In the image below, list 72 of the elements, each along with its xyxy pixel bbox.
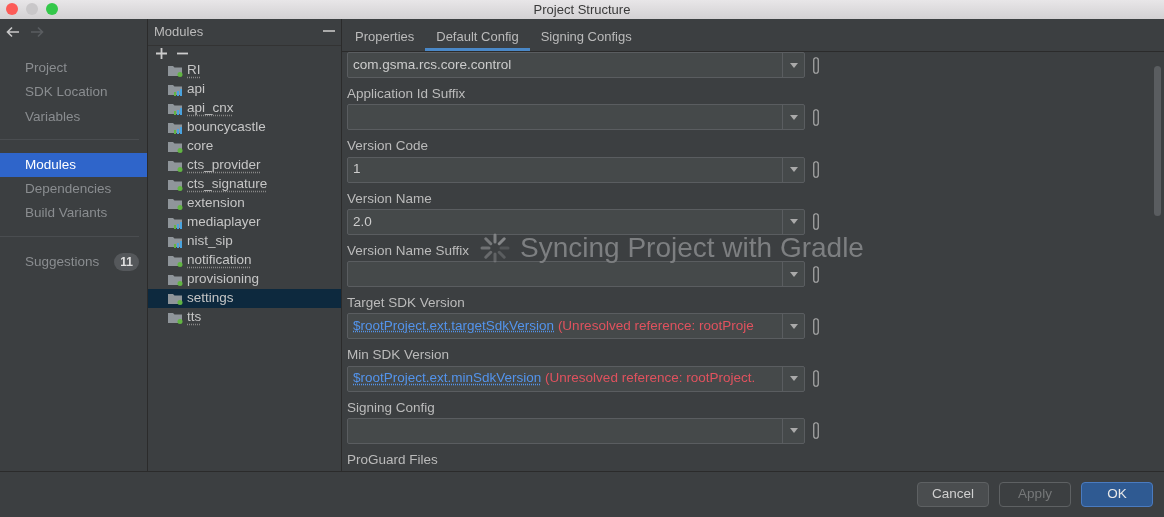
folder-chart-icon xyxy=(168,101,184,115)
module-item[interactable]: settings xyxy=(148,288,341,308)
sidebar-item-label[interactable]: Suggestions xyxy=(25,251,100,272)
dropdown-caret-icon[interactable] xyxy=(789,219,798,225)
module-item[interactable]: bouncycastle xyxy=(148,117,341,137)
field-label: Version Name Suffix xyxy=(347,241,470,260)
scrollbar-thumb[interactable] xyxy=(1154,66,1161,216)
count-badge: 11 xyxy=(114,252,139,271)
folder-chart-icon xyxy=(168,120,184,134)
dropdown-caret-icon[interactable] xyxy=(789,323,798,329)
add-icon[interactable] xyxy=(156,47,167,59)
tab[interactable]: Signing Configs xyxy=(529,19,643,51)
toggle-pill-icon[interactable] xyxy=(813,213,819,231)
folder-chart-icon xyxy=(168,234,184,248)
module-item[interactable]: cts_signature xyxy=(148,174,341,194)
sidebar-item[interactable]: Dependencies xyxy=(0,177,139,202)
module-item[interactable]: mediaplayer xyxy=(148,212,341,232)
combo-field[interactable] xyxy=(347,261,805,287)
back-arrow-icon[interactable] xyxy=(6,25,20,39)
sidebar-item[interactable]: Variables xyxy=(0,104,139,129)
spinner-icon xyxy=(480,233,510,263)
toggle-pill-icon[interactable] xyxy=(813,265,819,283)
combo-field[interactable]: 1 xyxy=(347,156,805,183)
sidebar-item[interactable]: Project xyxy=(0,56,139,81)
module-item[interactable]: cts_provider xyxy=(148,155,341,175)
dropdown-caret-icon[interactable] xyxy=(789,376,798,381)
panel-title: Modules xyxy=(154,23,204,41)
close-button[interactable] xyxy=(6,3,18,15)
toggle-pill-icon[interactable] xyxy=(813,161,819,178)
dialog-button[interactable]: Cancel xyxy=(917,482,989,507)
toggle-pill-icon[interactable] xyxy=(813,56,819,74)
dropdown-caret-icon[interactable] xyxy=(789,62,798,68)
toggle-pill-icon[interactable] xyxy=(813,108,819,126)
sync-message: Syncing Project with Gradle xyxy=(520,234,864,262)
field-label: Target SDK Version xyxy=(347,294,465,312)
sidebar-item[interactable]: Modules xyxy=(0,152,147,177)
module-item[interactable]: extension xyxy=(148,193,341,213)
combo-field[interactable]: com.gsma.rcs.core.control xyxy=(347,52,805,78)
window-title: Project Structure xyxy=(533,0,631,19)
field-label: Min SDK Version xyxy=(347,346,450,365)
module-item[interactable]: notification xyxy=(148,250,341,270)
dropdown-caret-icon[interactable] xyxy=(789,428,798,434)
dropdown-caret-icon[interactable] xyxy=(789,167,798,172)
folder-chart-icon xyxy=(168,215,184,229)
dialog-button[interactable]: OK xyxy=(1081,482,1153,507)
toggle-pill-icon[interactable] xyxy=(813,317,819,335)
folder-chart-icon xyxy=(168,82,184,96)
module-item[interactable]: api_cnx xyxy=(148,98,341,118)
toggle-pill-icon[interactable] xyxy=(813,422,819,440)
dropdown-caret-icon[interactable] xyxy=(789,114,798,120)
module-item[interactable]: core xyxy=(148,136,341,156)
module-item[interactable]: tts xyxy=(148,307,341,327)
sidebar-item[interactable]: SDK Location xyxy=(0,80,139,105)
module-item[interactable]: api xyxy=(148,79,341,99)
collapse-icon[interactable] xyxy=(323,30,335,34)
sidebar-item[interactable]: Build Variants xyxy=(0,201,139,226)
dropdown-caret-icon[interactable] xyxy=(789,271,798,277)
tab[interactable]: Properties xyxy=(344,19,426,51)
module-item[interactable]: nist_sip xyxy=(148,231,341,251)
field-label: ProGuard Files xyxy=(347,450,438,469)
combo-field[interactable] xyxy=(347,104,805,131)
field-label: Application Id Suffix xyxy=(347,85,466,103)
module-item[interactable]: provisioning xyxy=(148,269,341,289)
field-label: Version Code xyxy=(347,137,429,156)
module-item[interactable]: RI xyxy=(148,60,341,80)
combo-field[interactable]: 2.0 xyxy=(347,208,805,235)
field-label: Version Name xyxy=(347,189,432,208)
combo-field[interactable] xyxy=(347,417,805,444)
combo-field[interactable]: $rootProject.ext.targetSdkVersion (Unresolved reference: rootProje xyxy=(347,313,805,340)
field-label: Signing Config xyxy=(347,398,435,417)
combo-field[interactable]: $rootProject.ext.minSdkVersion (Unresolved reference: rootProject. xyxy=(347,365,805,392)
toggle-pill-icon[interactable] xyxy=(813,370,819,387)
